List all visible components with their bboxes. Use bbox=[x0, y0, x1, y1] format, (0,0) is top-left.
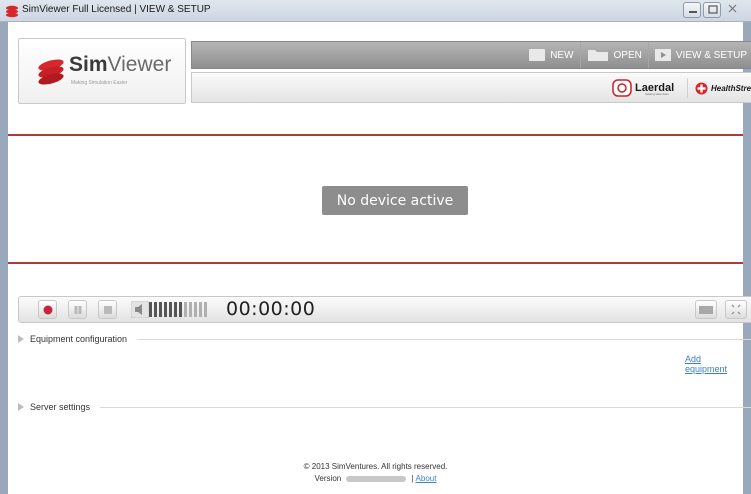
screen-icon bbox=[699, 306, 713, 314]
server-settings-section[interactable]: Server settings bbox=[18, 400, 751, 414]
copyright-text: © 2013 SimVentures. All rights reserved. bbox=[303, 462, 448, 471]
simviewer-logo: SimViewer Making Simulation Easier bbox=[18, 38, 186, 104]
fullscreen-icon bbox=[731, 304, 741, 315]
partner-bar: Laerdal helping save lives HealthStream bbox=[191, 72, 751, 103]
maximize-button[interactable] bbox=[703, 2, 721, 18]
new-file-icon bbox=[529, 49, 546, 61]
simviewer-logo-icon bbox=[38, 59, 64, 85]
stop-button[interactable] bbox=[98, 300, 117, 319]
version-label: Version bbox=[314, 474, 342, 483]
healthstream-logo: HealthStream bbox=[687, 78, 751, 98]
open-button[interactable]: OPEN bbox=[579, 42, 648, 68]
folder-icon bbox=[587, 50, 608, 61]
simviewer-app-icon bbox=[6, 5, 18, 18]
close-icon bbox=[728, 4, 737, 13]
section-divider bbox=[137, 338, 751, 340]
equipment-config-section[interactable]: Equipment configuration bbox=[18, 332, 751, 346]
volume-bar bbox=[169, 302, 172, 317]
volume-bar bbox=[149, 302, 152, 317]
maximize-icon bbox=[708, 5, 718, 14]
recording-controls: 00:00:00 bbox=[18, 296, 751, 323]
volume-bar bbox=[154, 302, 157, 317]
minimize-button[interactable] bbox=[683, 2, 701, 18]
expand-arrow-icon bbox=[18, 335, 24, 343]
screen-toggle-button[interactable] bbox=[695, 300, 717, 319]
logo-wordmark: SimViewer bbox=[69, 53, 172, 76]
pause-button[interactable] bbox=[68, 300, 87, 319]
window-title: SimViewer Full Licensed | VIEW & SETUP bbox=[22, 4, 211, 15]
close-button[interactable] bbox=[723, 2, 743, 18]
no-device-message: No device active bbox=[322, 186, 468, 215]
app-window: SimViewer Full Licensed | VIEW & SETUP S… bbox=[0, 0, 751, 494]
volume-bar bbox=[204, 302, 207, 317]
fullscreen-button[interactable] bbox=[725, 300, 747, 319]
volume-bar bbox=[159, 302, 162, 317]
logo-tagline: Making Simulation Easier bbox=[71, 80, 128, 86]
open-label: OPEN bbox=[613, 49, 642, 61]
new-label: NEW bbox=[550, 49, 574, 61]
laerdal-logo: Laerdal helping save lives bbox=[612, 78, 674, 98]
view-setup-button[interactable]: VIEW & SETUP bbox=[647, 42, 751, 68]
speaker-icon[interactable] bbox=[131, 301, 149, 318]
title-bar: SimViewer Full Licensed | VIEW & SETUP bbox=[0, 0, 751, 22]
volume-slider[interactable] bbox=[149, 302, 207, 317]
play-icon bbox=[654, 49, 671, 61]
expand-arrow-icon bbox=[18, 403, 24, 411]
laerdal-icon bbox=[612, 79, 632, 97]
healthstream-icon bbox=[695, 82, 708, 94]
header-divider bbox=[8, 134, 743, 136]
about-link[interactable]: About bbox=[416, 474, 437, 483]
footer: © 2013 SimVentures. All rights reserved.… bbox=[8, 462, 743, 483]
new-button[interactable]: NEW bbox=[523, 42, 579, 68]
stage-divider bbox=[8, 262, 743, 264]
volume-bar bbox=[189, 302, 192, 317]
volume-bar bbox=[174, 302, 177, 317]
volume-bar bbox=[164, 302, 167, 317]
volume-bar bbox=[199, 302, 202, 317]
app-header: SimViewer Making Simulation Easier NEW O… bbox=[8, 30, 751, 130]
stop-icon bbox=[103, 305, 112, 314]
version-line: Version | About bbox=[314, 474, 437, 483]
elapsed-timer: 00:00:00 bbox=[226, 298, 316, 320]
version-value-redacted bbox=[346, 475, 407, 482]
volume-bar bbox=[184, 302, 187, 317]
record-icon bbox=[43, 305, 52, 314]
server-settings-label: Server settings bbox=[30, 402, 91, 412]
minimize-icon bbox=[689, 11, 697, 13]
record-button[interactable] bbox=[38, 300, 57, 319]
add-equipment-link[interactable]: Add equipment bbox=[685, 354, 743, 374]
equipment-config-label: Equipment configuration bbox=[30, 334, 128, 344]
view-setup-label: VIEW & SETUP bbox=[675, 49, 747, 61]
device-stage: No device active bbox=[8, 138, 743, 262]
pause-icon bbox=[74, 305, 81, 314]
volume-bar bbox=[179, 302, 182, 317]
main-toolbar: NEW OPEN VIEW & SETUP bbox=[191, 41, 751, 69]
laerdal-tagline: helping save lives bbox=[645, 92, 669, 96]
volume-bar bbox=[194, 302, 197, 317]
section-divider bbox=[100, 406, 751, 408]
window-controls bbox=[683, 2, 743, 18]
